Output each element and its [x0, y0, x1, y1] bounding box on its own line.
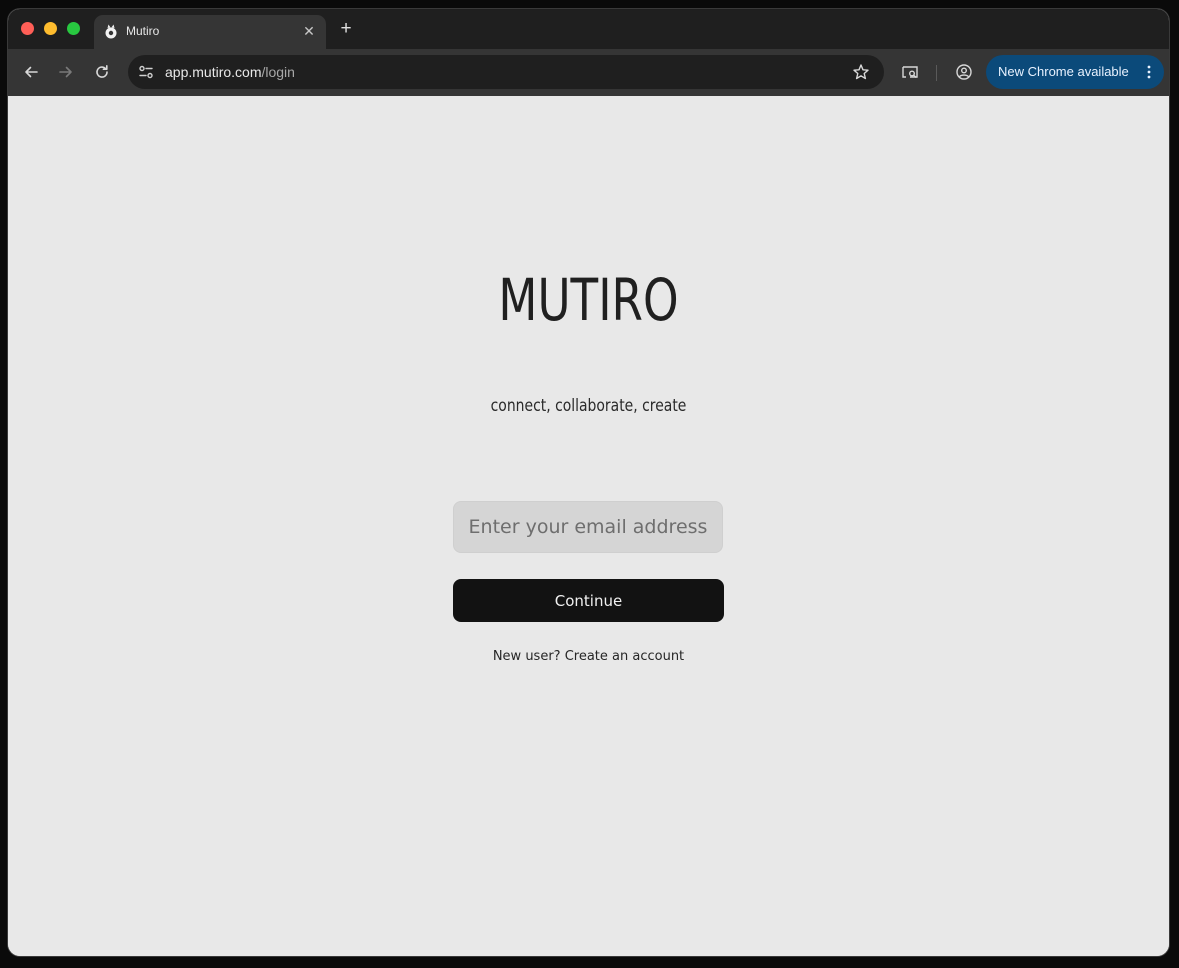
browser-window: Mutiro ✕ + app.mutiro.com/login New Chro… [8, 9, 1169, 956]
email-field[interactable] [453, 501, 723, 553]
url-text[interactable]: app.mutiro.com/login [165, 64, 295, 80]
tab-strip: Mutiro ✕ + [8, 9, 1169, 49]
toolbar-divider [936, 65, 937, 81]
tune-icon[interactable] [137, 63, 155, 81]
continue-button[interactable]: Continue [453, 579, 724, 622]
profile-icon[interactable] [955, 63, 973, 81]
tab-search-icon[interactable] [901, 63, 919, 81]
new-chrome-available-button[interactable]: New Chrome available [986, 55, 1164, 89]
tagline: connect, collaborate, create [490, 396, 687, 416]
minimize-window-button[interactable] [44, 22, 57, 35]
star-icon[interactable] [852, 63, 870, 81]
close-window-button[interactable] [21, 22, 34, 35]
close-icon[interactable]: ✕ [300, 22, 318, 40]
login-page: MUTIRO connect, collaborate, create Cont… [8, 96, 1169, 956]
maximize-window-button[interactable] [67, 22, 80, 35]
mutiro-logo: MUTIRO [498, 266, 679, 334]
url-path: /login [261, 64, 295, 80]
mutiro-logo-icon [104, 23, 118, 39]
url-host: app.mutiro.com [165, 64, 262, 80]
tab-mutiro[interactable]: Mutiro ✕ [94, 15, 326, 49]
reload-icon[interactable] [93, 63, 111, 81]
arrow-right-icon[interactable] [57, 63, 75, 81]
create-account-link[interactable]: New user? Create an account [8, 649, 1169, 664]
browser-toolbar: app.mutiro.com/login New Chrome availabl… [8, 49, 1169, 96]
update-chip-label: New Chrome available [998, 64, 1129, 79]
arrow-left-icon[interactable] [22, 63, 40, 81]
kebab-menu-icon[interactable] [1144, 63, 1154, 81]
address-bar[interactable]: app.mutiro.com/login [128, 55, 884, 89]
new-tab-button[interactable]: + [336, 19, 356, 39]
tab-title: Mutiro [126, 24, 160, 38]
